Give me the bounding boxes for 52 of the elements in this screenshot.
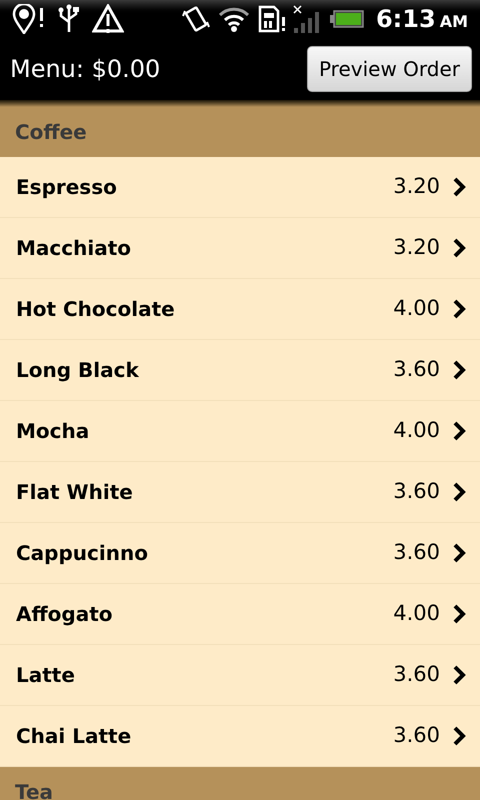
menu-item-row[interactable]: Hot Chocolate 4.00	[0, 279, 480, 340]
chevron-right-icon	[452, 177, 466, 197]
item-price: 3.60	[393, 539, 440, 566]
menu-item-row[interactable]: Affogato 4.00	[0, 584, 480, 645]
usb-icon	[58, 4, 80, 34]
item-name: Chai Latte	[16, 723, 132, 750]
item-name: Cappucinno	[16, 540, 149, 567]
item-price: 3.60	[393, 661, 440, 688]
item-name: Espresso	[16, 174, 118, 201]
item-name: Affogato	[16, 601, 114, 628]
item-price: 3.60	[393, 356, 440, 384]
no-signal-icon	[292, 4, 320, 34]
item-name: Long Black	[16, 357, 140, 384]
section-title: Coffee	[15, 119, 87, 146]
chevron-right-icon	[452, 482, 466, 502]
menu-item-row[interactable]: Macchiato 3.20	[0, 218, 480, 279]
wifi-icon	[218, 6, 250, 32]
chevron-right-icon	[452, 360, 466, 380]
item-price: 3.60	[393, 722, 440, 750]
warning-icon	[92, 4, 124, 34]
item-name: Hot Chocolate	[16, 296, 176, 323]
item-price: 3.20	[393, 234, 440, 262]
preview-order-button[interactable]: Preview Order	[306, 46, 472, 92]
menu-item-row[interactable]: Long Black 3.60	[0, 340, 480, 401]
menu-item-row[interactable]: Mocha 4.00	[0, 401, 480, 462]
chevron-right-icon	[452, 238, 466, 258]
item-price: 3.60	[393, 478, 440, 506]
item-price: 4.00	[393, 600, 440, 628]
item-price: 4.00	[393, 417, 440, 444]
clock-time: 6:13	[376, 7, 436, 31]
menu-item-row[interactable]: Latte 3.60	[0, 645, 480, 706]
section-title: Tea	[15, 779, 54, 800]
battery-icon	[330, 10, 364, 28]
menu-item-row[interactable]: Flat White 3.60	[0, 462, 480, 523]
chevron-right-icon	[452, 421, 466, 441]
chevron-right-icon	[452, 665, 466, 685]
vibrate-icon	[182, 5, 210, 33]
clock-meridiem: AM	[440, 14, 468, 30]
chevron-right-icon	[452, 543, 466, 563]
item-name: Flat White	[16, 479, 134, 506]
chevron-right-icon	[452, 604, 466, 624]
chevron-right-icon	[452, 299, 466, 319]
item-name: Mocha	[16, 418, 90, 445]
item-name: Latte	[16, 662, 76, 689]
item-price: 4.00	[393, 295, 440, 322]
menu-item-row[interactable]: Espresso 3.20	[0, 157, 480, 218]
menu-total-title: Menu: $0.00	[10, 54, 160, 85]
menu-item-row[interactable]: Cappucinno 3.60	[0, 523, 480, 584]
sim-card-alert-icon	[258, 5, 286, 33]
chevron-right-icon	[452, 726, 466, 746]
item-name: Macchiato	[16, 235, 132, 262]
item-price: 3.20	[393, 173, 440, 200]
